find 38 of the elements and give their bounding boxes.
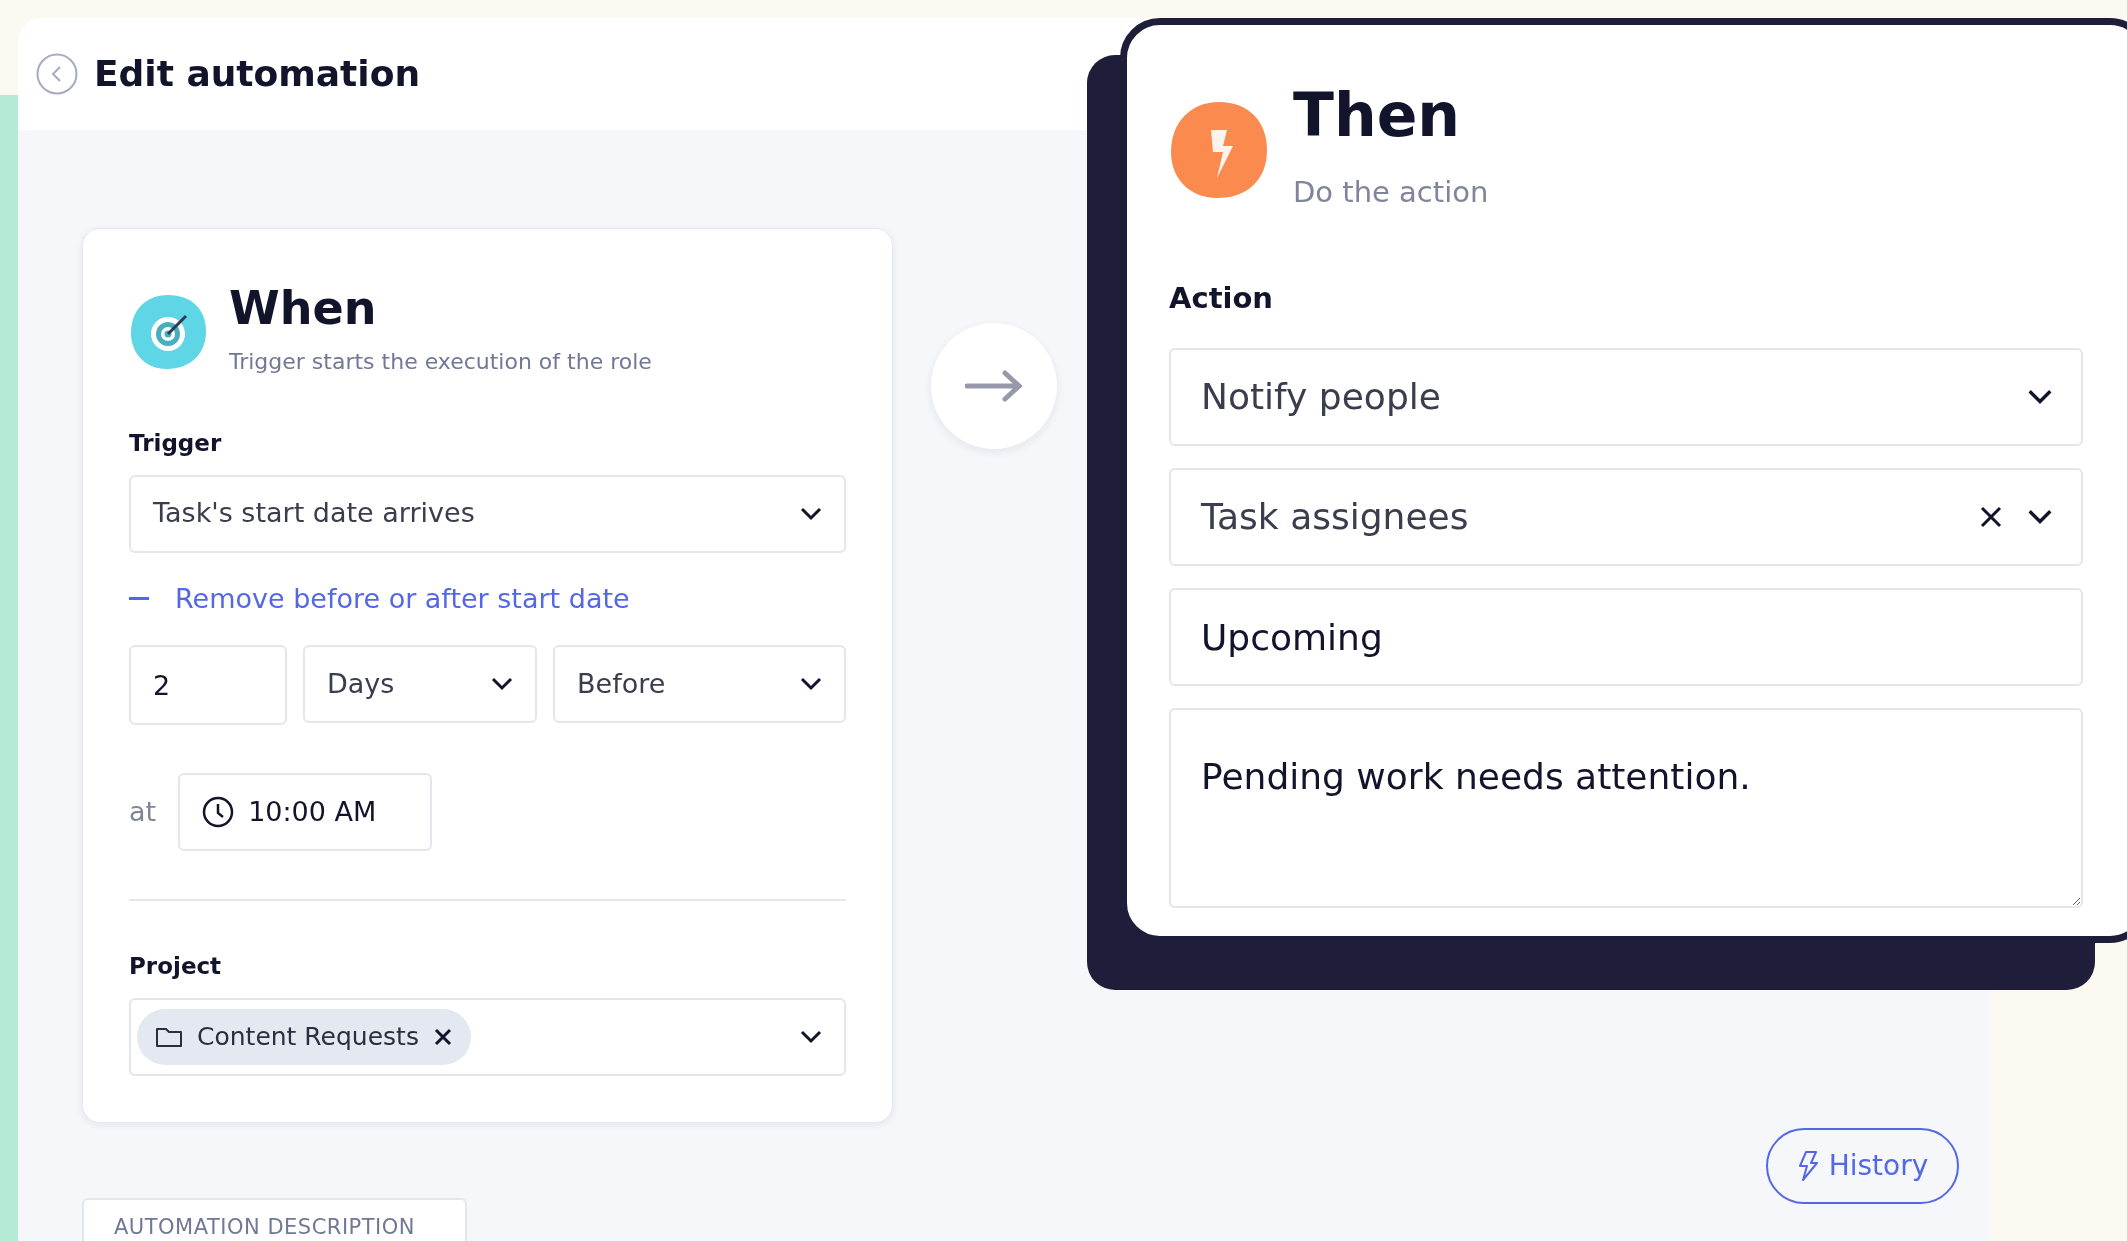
action-label: Action xyxy=(1169,279,1274,317)
project-select[interactable]: Content Requests xyxy=(129,997,846,1076)
arrow-right-icon xyxy=(965,370,1023,402)
project-label: Project xyxy=(129,952,223,981)
then-title: Then xyxy=(1293,85,1462,145)
recipients-select[interactable]: Task assignees xyxy=(1169,468,2083,566)
chevron-down-icon xyxy=(491,677,513,691)
target-icon xyxy=(129,292,207,371)
when-title: When xyxy=(229,285,378,331)
direction-select[interactable]: Before xyxy=(553,645,846,723)
chevron-down-icon xyxy=(2027,389,2053,405)
chevron-down-icon xyxy=(800,677,822,691)
at-label: at xyxy=(129,794,157,829)
trigger-select[interactable]: Task's start date arrives xyxy=(129,474,846,553)
action-select[interactable]: Notify people xyxy=(1169,348,2083,446)
clock-icon xyxy=(202,796,235,828)
unit-select[interactable]: Days xyxy=(303,645,537,723)
folder-icon xyxy=(155,1025,183,1048)
chevron-down-icon xyxy=(2027,509,2053,525)
description-tab[interactable]: AUTOMATION DESCRIPTION xyxy=(82,1198,467,1241)
minus-icon xyxy=(129,597,149,601)
chevron-down-icon xyxy=(800,1029,822,1044)
remove-offset-link[interactable]: Remove before or after start date xyxy=(175,578,630,619)
trigger-label: Trigger xyxy=(129,429,223,458)
lightning-icon xyxy=(1169,99,1269,200)
lightning-icon xyxy=(1796,1150,1819,1182)
subject-input[interactable]: Upcoming xyxy=(1169,588,2083,686)
history-button[interactable]: History xyxy=(1766,1128,1959,1204)
project-chip[interactable]: Content Requests xyxy=(137,1008,471,1065)
then-subtitle: Do the action xyxy=(1293,174,1489,211)
message-textarea[interactable]: Pending work needs attention. xyxy=(1169,708,2083,908)
clear-icon[interactable] xyxy=(1979,505,2003,529)
amount-input[interactable]: 2 xyxy=(129,645,287,725)
page-title: Edit automation xyxy=(94,52,421,96)
time-field[interactable]: 10:00 AM xyxy=(178,773,433,851)
remove-icon[interactable] xyxy=(432,1026,453,1047)
when-subtitle: Trigger starts the execution of the role xyxy=(229,348,652,376)
chevron-down-icon xyxy=(800,506,822,521)
